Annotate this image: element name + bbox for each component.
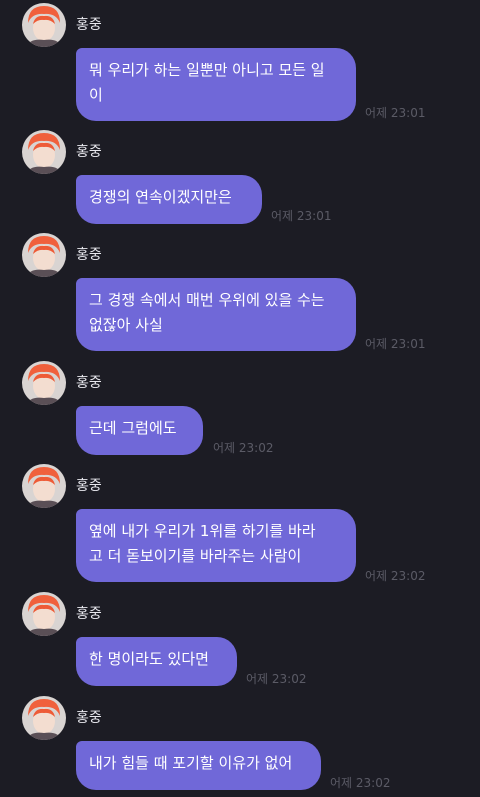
message-bubble[interactable]: 그 경쟁 속에서 매번 우위에 있을 수는 없잖아 사실 xyxy=(76,278,356,351)
avatar[interactable] xyxy=(22,233,66,277)
message-timestamp: 어제 23:01 xyxy=(365,337,426,351)
sender-name: 홍중 xyxy=(76,375,102,391)
message-bubble[interactable]: 한 명이라도 있다면 xyxy=(76,637,237,686)
message-timestamp: 어제 23:01 xyxy=(271,209,332,223)
message-bubble[interactable]: 옆에 내가 우리가 1위를 하기를 바라 고 더 돋보이기를 바라주는 사람이 xyxy=(76,509,356,582)
sender-name: 홍중 xyxy=(76,710,102,726)
message-bubble[interactable]: 뭐 우리가 하는 일뿐만 아니고 모든 일 이 xyxy=(76,48,356,121)
message-timestamp: 어제 23:02 xyxy=(330,776,391,790)
message-bubble[interactable]: 내가 힘들 때 포기할 이유가 없어 xyxy=(76,741,321,790)
avatar[interactable] xyxy=(22,592,66,636)
message-bubble[interactable]: 경쟁의 연속이겠지만은 xyxy=(76,175,262,224)
sender-name: 홍중 xyxy=(76,247,102,263)
message-timestamp: 어제 23:02 xyxy=(246,672,307,686)
message-timestamp: 어제 23:02 xyxy=(365,569,426,583)
avatar[interactable] xyxy=(22,464,66,508)
message-bubble[interactable]: 근데 그럼에도 xyxy=(76,406,203,455)
avatar[interactable] xyxy=(22,3,66,47)
avatar[interactable] xyxy=(22,130,66,174)
message-timestamp: 어제 23:02 xyxy=(213,441,274,455)
sender-name: 홍중 xyxy=(76,17,102,33)
message-timestamp: 어제 23:01 xyxy=(365,106,426,120)
sender-name: 홍중 xyxy=(76,144,102,160)
avatar[interactable] xyxy=(22,696,66,740)
sender-name: 홍중 xyxy=(76,478,102,494)
avatar[interactable] xyxy=(22,361,66,405)
sender-name: 홍중 xyxy=(76,606,102,622)
